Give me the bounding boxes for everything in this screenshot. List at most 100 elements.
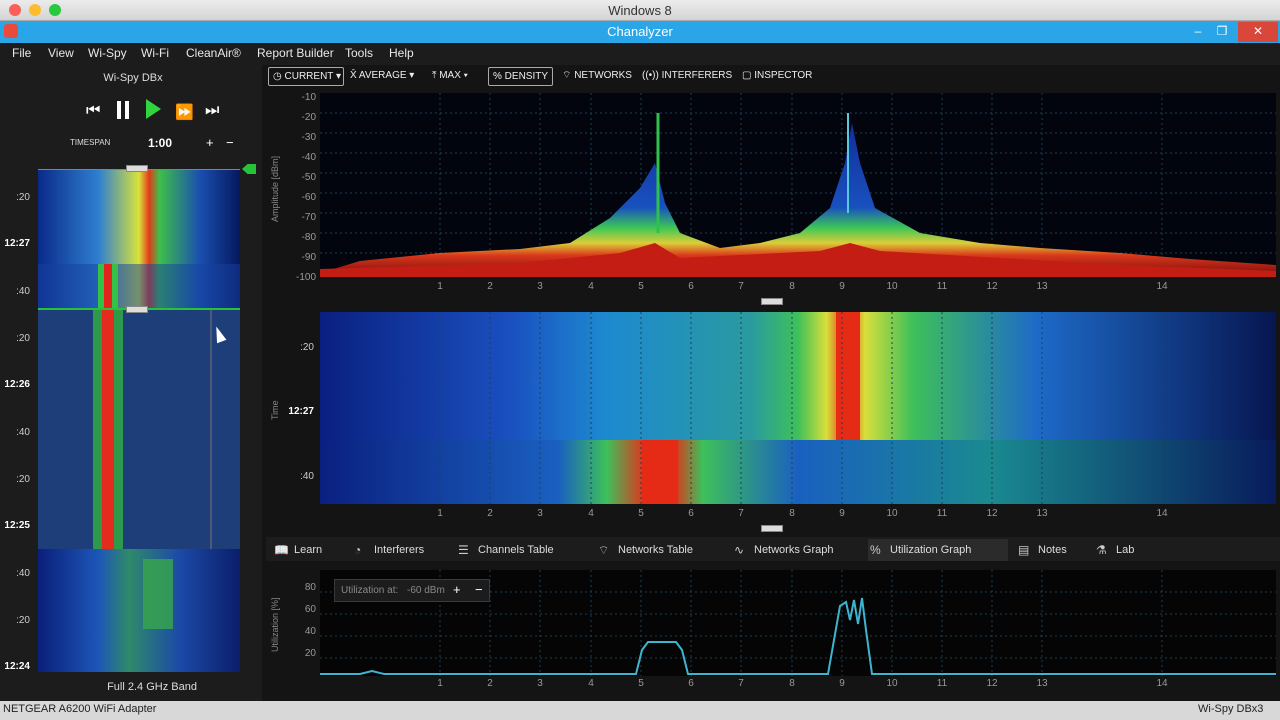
inspector-button[interactable]: ▢ INSPECTOR xyxy=(742,67,812,86)
window-title: Chanalyzer xyxy=(607,24,673,39)
interferers-icon: ◔ xyxy=(354,543,362,557)
max-label: MAX xyxy=(439,70,461,81)
timespan-minus-button[interactable]: − xyxy=(226,135,234,150)
max-button[interactable]: ⤒ MAX ▾ xyxy=(432,67,468,86)
threshold-plus-button[interactable]: + xyxy=(453,582,461,597)
menu-wispy[interactable]: Wi-Spy xyxy=(88,46,127,60)
density-x-tick: 14 xyxy=(1156,281,1168,292)
util-x-tick: 2 xyxy=(487,678,493,689)
waterfall-x-tick: 7 xyxy=(738,508,744,519)
waterfall-plot[interactable] xyxy=(320,312,1276,504)
util-x-tick: 1 xyxy=(437,678,443,689)
adapter-status: NETGEAR A6200 WiFi Adapter xyxy=(3,703,157,715)
window-titlebar: Chanalyzer – ❐ ✕ xyxy=(0,21,1280,43)
density-x-tick: 4 xyxy=(588,281,594,292)
utilization-at-label: Utilization at: xyxy=(341,585,399,596)
density-label: DENSITY xyxy=(504,71,549,82)
density-x-tick: 3 xyxy=(537,281,543,292)
density-spectrum-plot[interactable] xyxy=(320,93,1276,277)
density-x-tick: 13 xyxy=(1036,281,1048,292)
play-icon[interactable] xyxy=(146,99,161,119)
waterfall-x-tick: 5 xyxy=(638,508,644,519)
density-x-tick: 1 xyxy=(437,281,443,292)
tab-utilization-graph[interactable]: % Utilization Graph xyxy=(868,539,1008,561)
util-x-tick: 7 xyxy=(738,678,744,689)
waterfall-x-tick: 2 xyxy=(487,508,493,519)
average-button[interactable]: X̄ AVERAGE ▾ xyxy=(350,67,414,86)
util-x-tick: 12 xyxy=(986,678,998,689)
fast-forward-icon[interactable]: ⏩ xyxy=(175,103,194,121)
tab-learn[interactable]: 📖 Learn xyxy=(272,539,322,561)
current-label: CURRENT xyxy=(284,71,334,82)
inspector-label: INSPECTOR xyxy=(754,70,813,81)
density-y-tick: -100 xyxy=(295,272,316,283)
overview-waterfall[interactable] xyxy=(38,169,240,672)
density-button[interactable]: % DENSITY xyxy=(488,67,554,86)
density-x-tick: 11 xyxy=(936,281,948,292)
tab-notes[interactable]: ▤ Notes xyxy=(1016,539,1067,561)
timespan-plus-button[interactable]: + xyxy=(206,135,214,150)
tabs-splitter-grip[interactable] xyxy=(761,525,783,532)
menu-help[interactable]: Help xyxy=(389,46,414,60)
menu-wifi[interactable]: Wi-Fi xyxy=(141,46,169,60)
plot-splitter-grip[interactable] xyxy=(761,298,783,305)
menu-report-builder[interactable]: Report Builder xyxy=(257,46,334,60)
menu-bar: File View Wi-Spy Wi-Fi CleanAir® Report … xyxy=(0,43,1280,65)
tab-interferers[interactable]: ◔ Interferers xyxy=(352,539,424,561)
restore-icon[interactable]: ❐ xyxy=(1212,22,1232,42)
overview-tick: 12:25 xyxy=(4,520,30,531)
close-icon[interactable]: ✕ xyxy=(1238,22,1278,42)
timespan-value: 1:00 xyxy=(148,136,173,150)
utilization-threshold-box: Utilization at: -60 dBm + − xyxy=(334,579,490,602)
current-button[interactable]: ◷ CURRENT ▾ xyxy=(268,67,344,86)
waterfall-x-tick: 3 xyxy=(537,508,543,519)
waterfall-x-tick: 12 xyxy=(986,508,998,519)
overview-tick: :40 xyxy=(16,568,30,579)
menu-file[interactable]: File xyxy=(12,46,31,60)
tab-label: Interferers xyxy=(374,544,425,556)
menu-view[interactable]: View xyxy=(48,46,74,60)
waterfall-x-tick: 8 xyxy=(789,508,795,519)
device-status: Wi-Spy DBx3 xyxy=(1198,703,1264,715)
overview-range-grip[interactable] xyxy=(126,306,148,313)
tab-lab[interactable]: ⚗ Lab xyxy=(1094,539,1134,561)
overview-tick: :20 xyxy=(16,333,30,344)
utilization-axis-title: Utilization [%] xyxy=(270,597,280,652)
utilization-at-value: -60 dBm xyxy=(407,585,445,596)
waterfall-x-tick: 10 xyxy=(886,508,898,519)
mac-title: Windows 8 xyxy=(608,3,672,18)
band-label: Full 2.4 GHz Band xyxy=(107,681,197,693)
menu-cleanair[interactable]: CleanAir® xyxy=(186,46,241,60)
interferers-button[interactable]: ((•)) INTERFERERS xyxy=(642,67,732,86)
pause-icon[interactable] xyxy=(116,101,130,119)
density-y-tick: -80 xyxy=(301,232,316,243)
util-x-tick: 9 xyxy=(839,678,845,689)
util-x-tick: 11 xyxy=(936,678,948,689)
average-label: AVERAGE xyxy=(358,70,407,81)
waterfall-x-tick: 13 xyxy=(1036,508,1048,519)
skip-back-icon[interactable]: ⏮ xyxy=(86,102,100,120)
density-x-tick: 2 xyxy=(487,281,493,292)
util-y-tick: 40 xyxy=(304,626,316,637)
live-marker-icon[interactable] xyxy=(242,164,256,174)
overview-tick: 12:26 xyxy=(4,379,30,390)
density-x-tick: 10 xyxy=(886,281,898,292)
menu-tools[interactable]: Tools xyxy=(345,46,373,60)
overview-tick: 12:24 xyxy=(4,661,30,672)
interferers-label: INTERFERERS xyxy=(661,70,733,81)
threshold-minus-button[interactable]: − xyxy=(475,582,483,597)
overview-top-grip[interactable] xyxy=(126,165,148,172)
minimize-icon[interactable]: – xyxy=(1188,22,1208,42)
timespan-label: TIMESPAN xyxy=(70,138,111,147)
skip-end-icon[interactable]: ⏭ xyxy=(205,102,219,120)
tab-label: Networks Table xyxy=(618,544,693,556)
waterfall-x-tick: 4 xyxy=(588,508,594,519)
tab-channels-table[interactable]: ☰ Channels Table xyxy=(456,539,554,561)
utilization-line xyxy=(320,597,1276,675)
tab-networks-graph[interactable]: ∿ Networks Graph xyxy=(732,539,833,561)
tab-label: Learn xyxy=(294,544,323,556)
tab-networks-table[interactable]: ⌔ Networks Table xyxy=(596,539,693,561)
density-y-tick: -40 xyxy=(301,152,316,163)
networks-button[interactable]: ⌔ NETWORKS xyxy=(562,67,632,86)
density-x-tick: 7 xyxy=(738,281,744,292)
